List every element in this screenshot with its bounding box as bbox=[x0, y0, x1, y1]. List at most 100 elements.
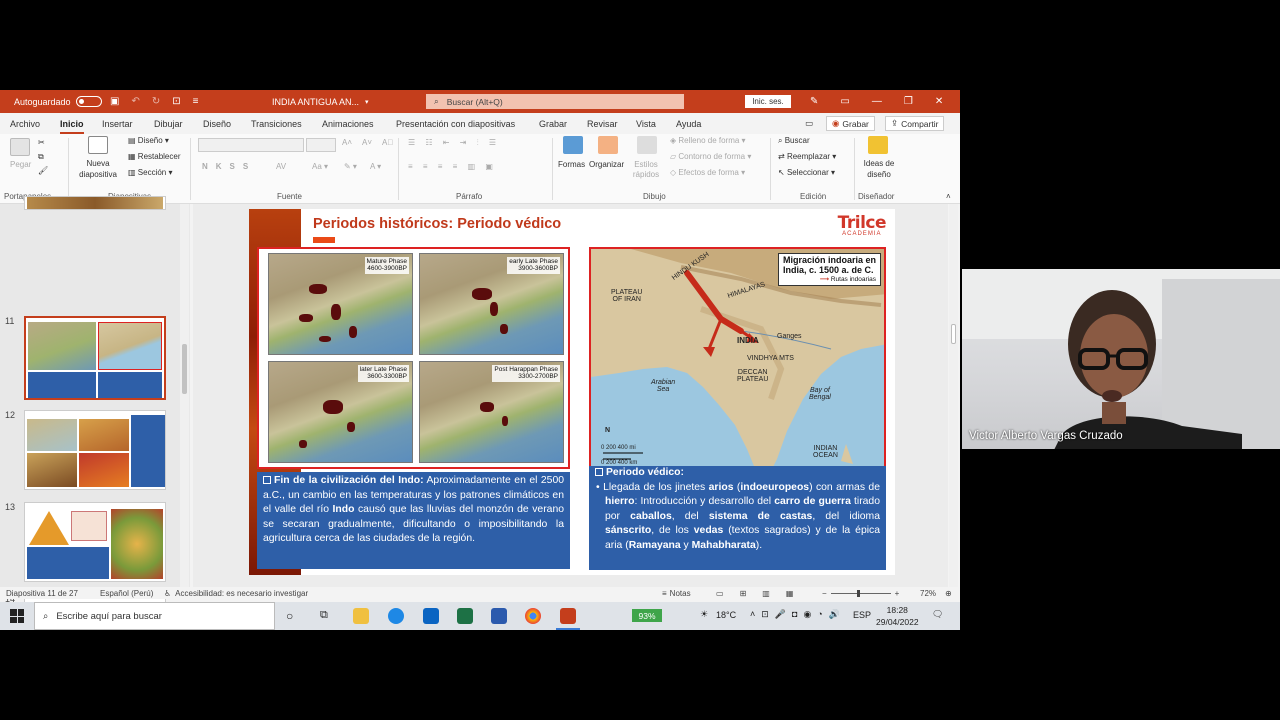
shape-fill-button[interactable]: ◈ Relleno de forma ▾ bbox=[670, 136, 746, 145]
highlight-icon[interactable]: ✎ ▾ bbox=[344, 162, 357, 171]
tab-dibujar[interactable]: Dibujar bbox=[154, 119, 183, 129]
tab-archivo[interactable]: Archivo bbox=[10, 119, 40, 129]
battery-indicator[interactable]: 93% bbox=[632, 609, 662, 622]
customize-qat-icon[interactable]: ≡ bbox=[193, 96, 199, 107]
slide-thumbnail-10[interactable] bbox=[24, 196, 166, 210]
notes-button[interactable]: ≡ Notas bbox=[662, 587, 691, 599]
zoom-slider[interactable]: − + bbox=[822, 587, 899, 599]
thumbnail-scroll-thumb[interactable] bbox=[182, 344, 187, 394]
ribbon-display-icon[interactable]: ▭ bbox=[840, 96, 849, 107]
reset-button[interactable]: ▦ Restablecer bbox=[128, 152, 180, 161]
present-icon[interactable]: ⊡ bbox=[172, 96, 180, 107]
font-size-select[interactable] bbox=[306, 138, 336, 152]
fit-slide-icon[interactable]: ⊕ bbox=[945, 587, 952, 599]
language-indicator[interactable]: Español (Perú) bbox=[100, 587, 153, 599]
canvas-scrollbar[interactable] bbox=[949, 204, 958, 587]
spacing-icon[interactable]: AV bbox=[276, 162, 286, 171]
list-icons[interactable]: ☰ ☷ ⇤ ⇥ ⫶ ☰ bbox=[408, 138, 500, 148]
font-name-select[interactable] bbox=[198, 138, 304, 152]
vedic-period-textbox[interactable]: Periodo védico: • Llegada de los jinetes… bbox=[589, 466, 886, 570]
tab-presentacion[interactable]: Presentación con diapositivas bbox=[396, 119, 515, 129]
taskbar-search[interactable]: ⌕ Escribe aquí para buscar bbox=[34, 602, 275, 630]
slide-thumbnail-13[interactable] bbox=[24, 502, 166, 582]
align-icons[interactable]: ≡ ≡ ≡ ≡ ▥ ▣ bbox=[408, 162, 497, 171]
harappan-phases-image[interactable]: Mature Phase 4600-3900BP early Late Phase… bbox=[257, 247, 570, 469]
slideshow-icon[interactable]: ▦ bbox=[786, 589, 794, 598]
font-color-icon[interactable]: A ▾ bbox=[370, 162, 381, 171]
copy-icon[interactable]: ⧉ bbox=[38, 152, 44, 162]
slide[interactable]: Periodos históricos: Periodo védico Tril… bbox=[249, 209, 895, 575]
quick-styles-button[interactable]: Estilos rápidos bbox=[629, 160, 663, 180]
tab-animaciones[interactable]: Animaciones bbox=[322, 119, 374, 129]
zoom-level[interactable]: 72% bbox=[920, 587, 936, 599]
shape-outline-button[interactable]: ▱ Contorno de forma ▾ bbox=[670, 152, 751, 161]
find-button[interactable]: ⌕ Buscar bbox=[778, 136, 810, 146]
close-icon[interactable]: ✕ bbox=[935, 96, 943, 107]
cortana-icon[interactable]: ○ bbox=[286, 609, 293, 623]
indoaryan-migration-map[interactable]: Migración indoaria en India, c. 1500 a. … bbox=[589, 247, 886, 469]
case-icon[interactable]: Aa ▾ bbox=[312, 162, 328, 171]
select-button[interactable]: ↖ Seleccionar ▾ bbox=[778, 168, 835, 177]
slide-thumbnail-11[interactable] bbox=[24, 316, 166, 400]
quick-styles-icon[interactable] bbox=[637, 136, 657, 154]
new-slide-icon[interactable] bbox=[88, 136, 108, 154]
save-icon[interactable]: ▣ bbox=[110, 96, 119, 107]
arrange-button[interactable]: Organizar bbox=[589, 160, 624, 169]
chrome-icon[interactable] bbox=[525, 608, 541, 624]
redo-icon[interactable]: ↻ bbox=[152, 96, 160, 107]
collapse-ribbon-icon[interactable]: ˄ bbox=[946, 192, 951, 201]
maximize-icon[interactable]: ❐ bbox=[904, 96, 913, 107]
record-button[interactable]: ◉ Grabar bbox=[826, 116, 875, 131]
weather-icon[interactable]: ☀ bbox=[700, 609, 708, 620]
grow-font-icon[interactable]: A˄ bbox=[342, 138, 352, 147]
document-title[interactable]: INDIA ANTIGUA AN... bbox=[272, 97, 359, 107]
tray-icons[interactable]: ˄⊡🎤◘◉◔🔊 bbox=[750, 609, 846, 620]
paste-label[interactable]: Pegar bbox=[10, 160, 31, 169]
powerpoint-icon[interactable] bbox=[560, 608, 576, 624]
undo-icon[interactable]: ↶ bbox=[131, 96, 139, 107]
excel-icon[interactable] bbox=[457, 608, 473, 624]
shapes-button[interactable]: Formas bbox=[558, 160, 585, 169]
layout-button[interactable]: ▤ Diseño ▾ bbox=[128, 136, 169, 145]
autosave-toggle[interactable] bbox=[75, 96, 102, 107]
edge-icon[interactable] bbox=[388, 608, 404, 624]
shape-effects-button[interactable]: ◇ Efectos de forma ▾ bbox=[670, 168, 745, 177]
design-ideas-button[interactable]: Ideas de diseño bbox=[860, 158, 898, 180]
indus-civilization-textbox[interactable]: Fin de la civilización del Indo: Aproxim… bbox=[257, 472, 570, 569]
mail-icon[interactable] bbox=[423, 608, 439, 624]
new-slide-button[interactable]: Nueva diapositiva bbox=[74, 158, 122, 180]
word-icon[interactable] bbox=[491, 608, 507, 624]
tab-revisar[interactable]: Revisar bbox=[587, 119, 618, 129]
section-button[interactable]: ▥ Sección ▾ bbox=[128, 168, 173, 177]
temperature[interactable]: 18°C bbox=[716, 610, 736, 620]
thumbnail-scrollbar[interactable] bbox=[180, 204, 189, 587]
tab-diseno[interactable]: Diseño bbox=[203, 119, 231, 129]
windows-start-icon[interactable] bbox=[10, 609, 24, 623]
font-format-icons[interactable]: NKSS bbox=[202, 162, 256, 171]
pen-icon[interactable]: ✎ bbox=[810, 96, 818, 107]
shrink-font-icon[interactable]: A˅ bbox=[362, 138, 372, 147]
chevron-down-icon[interactable]: ▾ bbox=[365, 98, 369, 106]
tab-grabar[interactable]: Grabar bbox=[539, 119, 567, 129]
arrange-icon[interactable] bbox=[598, 136, 618, 154]
input-language[interactable]: ESP bbox=[853, 610, 871, 620]
task-view-icon[interactable]: ⧉ bbox=[320, 609, 328, 622]
replace-button[interactable]: ⇄ Reemplazar ▾ bbox=[778, 152, 836, 161]
designer-icon[interactable] bbox=[868, 136, 888, 154]
paste-icon[interactable] bbox=[10, 138, 30, 156]
view-buttons[interactable]: ▭ ⊞ ▥ ▦ bbox=[716, 587, 793, 599]
clear-format-icon[interactable]: A⃠ bbox=[382, 138, 393, 147]
clock[interactable]: 18:28 29/04/2022 bbox=[876, 604, 919, 628]
tab-transiciones[interactable]: Transiciones bbox=[251, 119, 302, 129]
shapes-icon[interactable] bbox=[563, 136, 583, 154]
search-box[interactable]: ⌕ Buscar (Alt+Q) bbox=[426, 94, 684, 109]
sign-in-button[interactable]: Inic. ses. bbox=[745, 95, 791, 108]
cut-icon[interactable]: ✂ bbox=[38, 138, 45, 147]
normal-view-icon[interactable]: ▭ bbox=[716, 589, 724, 598]
file-explorer-icon[interactable] bbox=[353, 608, 369, 624]
tab-insertar[interactable]: Insertar bbox=[102, 119, 133, 129]
share-button[interactable]: ⇪ Compartir bbox=[885, 116, 945, 131]
tab-inicio[interactable]: Inicio bbox=[60, 119, 84, 134]
slide-thumbnail-12[interactable] bbox=[24, 410, 166, 490]
notifications-icon[interactable]: 🗨 bbox=[932, 609, 943, 620]
